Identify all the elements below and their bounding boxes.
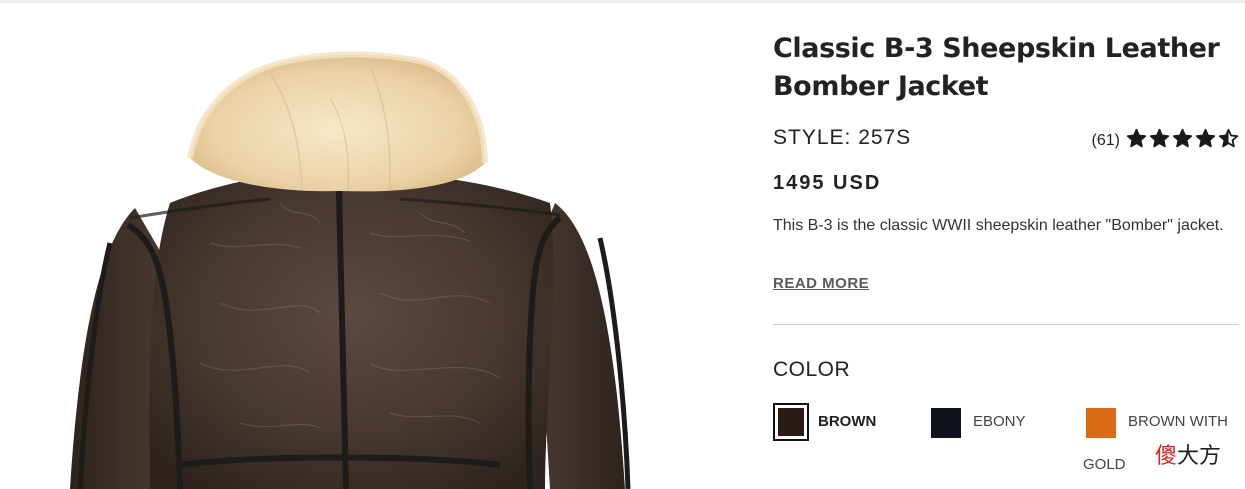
rating-stars (1124, 128, 1239, 154)
star-full-icon (1172, 128, 1193, 148)
star-full-icon (1149, 128, 1170, 148)
color-option-label: BROWN (818, 413, 877, 430)
watermark: 傻大方 (1155, 438, 1221, 470)
product-title-line2: Bomber Jacket (773, 71, 989, 102)
color-option-label: EBONY (973, 413, 1026, 430)
color-swatch-brown[interactable] (773, 403, 809, 441)
product-description: This B-3 is the classic WWII sheepskin l… (773, 217, 1224, 234)
product-title: Classic B-3 Sheepskin Leather Bomber Jac… (773, 30, 1239, 106)
watermark-char: 傻 (1155, 444, 1178, 469)
star-full-icon (1195, 128, 1216, 148)
rating-count[interactable]: (61) (1092, 132, 1120, 150)
star-full-icon (1126, 128, 1147, 148)
product-image[interactable] (40, 3, 680, 489)
color-swatch-brown-with-gold[interactable] (1086, 408, 1116, 438)
rating[interactable]: (61) (1092, 128, 1239, 154)
swatch-fill (778, 408, 804, 436)
product-info: Classic B-3 Sheepskin Leather Bomber Jac… (773, 30, 1239, 473)
style-number: STYLE: 257S (773, 126, 912, 149)
star-half-icon (1218, 128, 1239, 148)
color-section-label: COLOR (773, 358, 851, 381)
section-divider (773, 324, 1239, 325)
product-title-line1: Classic B-3 Sheepskin Leather (773, 33, 1220, 64)
color-option-label-line2: GOLD (1083, 456, 1126, 473)
read-more-link[interactable]: READ MORE (773, 275, 869, 292)
jacket-illustration (70, 51, 631, 489)
style-rating-row: STYLE: 257S (61) (773, 126, 1239, 154)
color-option-label: BROWN WITH (1128, 413, 1228, 430)
watermark-text: 大方 (1177, 444, 1222, 469)
product-page: Classic B-3 Sheepskin Leather Bomber Jac… (0, 0, 1245, 489)
color-swatch-ebony[interactable] (931, 408, 961, 438)
product-price: 1495 USD (773, 172, 882, 194)
